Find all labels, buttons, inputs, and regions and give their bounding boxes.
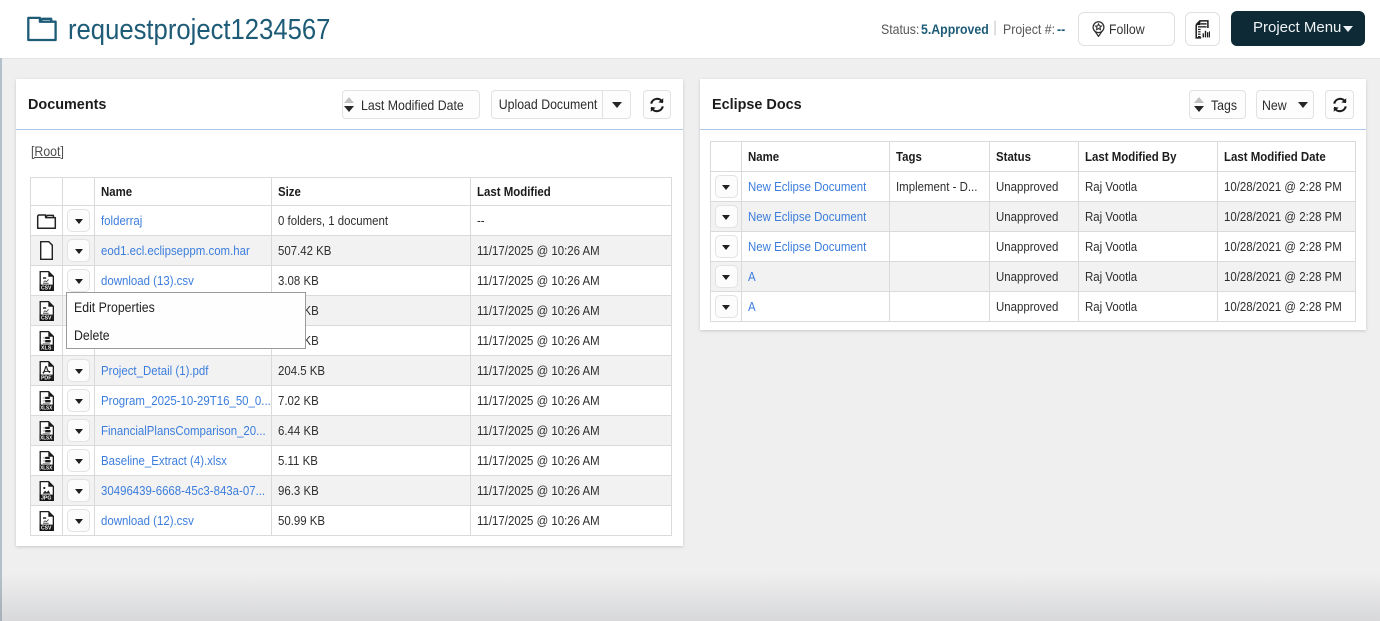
svg-text:XLSX: XLSX <box>40 465 52 471</box>
svg-text:CSV: CSV <box>41 315 52 321</box>
svg-text:XLSX: XLSX <box>40 435 52 441</box>
svg-text:PDF: PDF <box>41 375 52 381</box>
svg-text:CSV: CSV <box>41 285 52 291</box>
svg-text:XLS: XLS <box>41 345 52 351</box>
svg-text:CSV: CSV <box>41 525 52 531</box>
svg-text:JPG: JPG <box>41 495 52 501</box>
svg-text:XLSX: XLSX <box>40 405 52 411</box>
